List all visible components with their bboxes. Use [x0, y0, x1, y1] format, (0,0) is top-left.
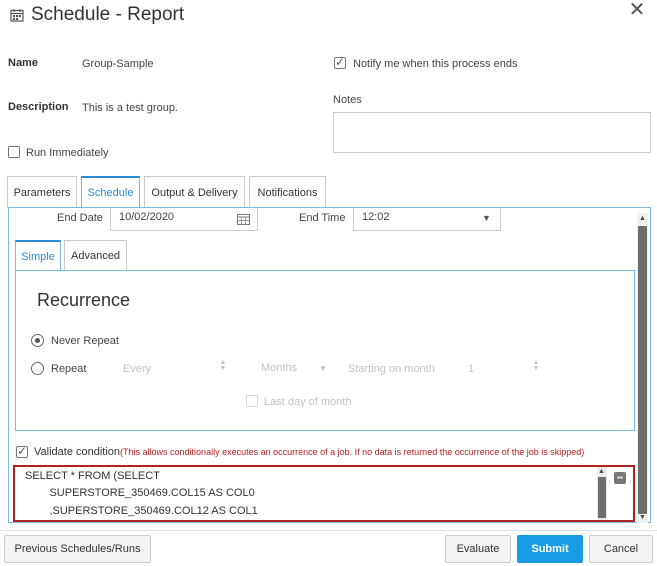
never-repeat-radio[interactable] — [31, 334, 44, 347]
name-value: Group-Sample — [82, 58, 154, 70]
calendar-icon — [10, 9, 24, 22]
description-label: Description — [8, 101, 69, 113]
every-stepper-icon[interactable]: ▲ ▼ — [219, 359, 227, 372]
cancel-button[interactable]: Cancel — [589, 535, 653, 563]
starting-month-input[interactable]: 1 — [468, 363, 474, 375]
sql-line: SELECT * FROM (SELECT — [25, 470, 160, 482]
run-immediately-label: Run Immediately — [26, 147, 109, 159]
last-day-checkbox[interactable] — [246, 395, 258, 407]
month-stepper-icon[interactable]: ▲ ▼ — [532, 359, 540, 372]
subtab-advanced[interactable]: Advanced — [64, 240, 127, 271]
repeat-radio[interactable] — [31, 362, 44, 375]
subtab-simple[interactable]: Simple — [15, 240, 61, 271]
dialog-header: Schedule - Report — [10, 4, 184, 26]
recurrence-title: Recurrence — [37, 290, 131, 310]
tab-output-delivery[interactable]: Output & Delivery — [144, 176, 245, 208]
end-time-select[interactable]: 12:02 — [353, 208, 501, 231]
scroll-up-icon[interactable]: ▲ — [598, 468, 605, 475]
run-immediately-checkbox[interactable] — [8, 146, 20, 158]
end-time-label: End Time — [299, 212, 346, 224]
previous-schedules-button[interactable]: Previous Schedules/Runs — [4, 535, 151, 563]
panel-scrollbar-thumb[interactable] — [638, 226, 647, 514]
period-select[interactable]: Months — [261, 362, 297, 374]
notify-checkbox[interactable] — [334, 55, 346, 69]
last-day-label: Last day of month — [264, 396, 352, 408]
end-date-value: 10/02/2020 — [119, 211, 175, 223]
never-repeat-label: Never Repeat — [51, 335, 119, 347]
end-date-field[interactable]: 10/02/2020 — [110, 208, 258, 231]
validate-checkbox[interactable] — [16, 444, 28, 458]
end-time-value: 12:02 — [362, 211, 390, 223]
tab-parameters[interactable]: Parameters — [7, 176, 77, 208]
calendar-picker-icon[interactable] — [237, 214, 250, 225]
scroll-up-icon[interactable]: ▲ — [637, 214, 648, 224]
submit-button[interactable]: Submit — [517, 535, 583, 563]
chevron-down-icon: ▼ — [482, 213, 491, 223]
query-builder-icon[interactable]: ▪▪ — [614, 472, 626, 484]
end-date-label: End Date — [57, 212, 103, 224]
evaluate-button[interactable]: Evaluate — [445, 535, 511, 563]
chevron-down-icon: ▼ — [319, 364, 327, 373]
dialog-title: Schedule - Report — [31, 4, 185, 25]
footer-divider — [0, 530, 657, 531]
tab-notifications[interactable]: Notifications — [249, 176, 326, 208]
validate-note: (This allows conditionally executes an o… — [120, 447, 585, 457]
description-value: This is a test group. — [82, 102, 178, 114]
notes-field[interactable] — [333, 112, 651, 153]
validate-row: Validate condition(This allows condition… — [34, 446, 584, 458]
name-label: Name — [8, 57, 38, 69]
starting-on-label: Starting on month — [348, 363, 435, 375]
every-input[interactable]: Every — [123, 363, 151, 375]
sql-line: SUPERSTORE_350469.COL15 AS COL0 — [25, 487, 255, 499]
sql-line: ,SUPERSTORE_350469.COL12 AS COL1 — [25, 505, 258, 517]
tab-schedule[interactable]: Schedule — [81, 176, 140, 208]
close-icon[interactable]: ✕ — [627, 0, 647, 20]
notify-label: Notify me when this process ends — [353, 58, 518, 70]
scroll-down-icon[interactable]: ▼ — [637, 513, 648, 523]
repeat-label: Repeat — [51, 363, 87, 375]
sql-scrollbar-thumb[interactable] — [598, 477, 606, 518]
notes-label: Notes — [333, 94, 362, 106]
validate-label: Validate condition — [34, 446, 121, 458]
